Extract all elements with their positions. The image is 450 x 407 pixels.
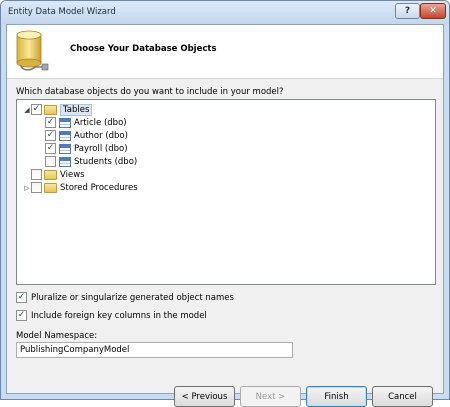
folder-icon [44,104,57,115]
previous-button[interactable]: < Previous [174,386,235,407]
tables-checkbox[interactable]: ✓ [31,104,42,115]
database-icon [16,30,49,71]
tree-node-label: Views [60,169,85,180]
namespace-input[interactable] [16,342,293,358]
table-icon [59,143,71,154]
tree-node-label: Students (dbo) [74,156,138,167]
tree-node-table[interactable]: ✓ Author (dbo) [45,129,128,142]
table-icon [59,117,71,128]
foreign-keys-label: Include foreign key columns in the model [31,310,207,321]
collapse-arrow-icon[interactable]: ◢ [23,106,31,114]
table-checkbox[interactable]: ✓ [45,130,56,141]
table-checkbox[interactable]: ✓ [45,117,56,128]
wizard-client-area: Choose Your Database Objects Which datab… [6,24,444,407]
pluralize-label: Pluralize or singularize generated objec… [31,292,234,303]
page-title: Choose Your Database Objects [70,44,217,54]
table-checkbox[interactable] [45,156,56,167]
table-icon [59,130,71,141]
foreign-keys-option[interactable]: ✓ Include foreign key columns in the mod… [16,310,207,321]
table-icon [59,156,71,167]
pluralize-option[interactable]: ✓ Pluralize or singularize generated obj… [16,292,234,303]
namespace-label: Model Namespace: [16,331,98,341]
finish-button[interactable]: Finish [306,386,367,407]
help-icon: ? [404,5,411,16]
window-title: Entity Data Model Wizard [8,7,116,17]
title-bar[interactable]: Entity Data Model Wizard ? ✕ [1,1,449,24]
tree-node-label: Article (dbo) [74,117,127,128]
wizard-header: Choose Your Database Objects [7,25,443,79]
close-button[interactable]: ✕ [420,3,446,19]
expand-arrow-icon[interactable]: ▷ [23,184,31,192]
views-checkbox[interactable] [31,169,42,180]
folder-icon [44,182,57,193]
tree-node-label: Tables [60,103,93,116]
table-checkbox[interactable]: ✓ [45,143,56,154]
wizard-window: Entity Data Model Wizard ? ✕ Choose Your… [0,0,450,407]
next-button[interactable]: Next > [240,386,301,407]
close-icon: ✕ [429,5,437,16]
tree-node-label: Payroll (dbo) [74,143,128,154]
foreign-keys-checkbox[interactable]: ✓ [16,310,27,321]
tree-node-label: Stored Procedures [60,182,138,193]
database-objects-tree[interactable]: ◢ ✓ Tables ✓ Article (dbo) ✓ Author (dbo… [16,99,436,285]
tree-node-views[interactable]: Views [31,168,85,181]
tree-node-tables[interactable]: ◢ ✓ Tables [23,103,93,116]
folder-icon [44,169,57,180]
stored-procedures-checkbox[interactable] [31,182,42,193]
objects-prompt-label: Which database objects do you want to in… [16,87,284,97]
cancel-button[interactable]: Cancel [372,386,433,407]
tree-node-label: Author (dbo) [74,130,128,141]
pluralize-checkbox[interactable]: ✓ [16,292,27,303]
tree-node-table[interactable]: Students (dbo) [45,155,137,168]
tree-node-stored-procedures[interactable]: ▷ Stored Procedures [23,181,138,194]
tree-node-table[interactable]: ✓ Article (dbo) [45,116,127,129]
wizard-footer: < Previous Next > Finish Cancel [7,370,443,407]
help-button[interactable]: ? [395,3,420,19]
tree-node-table[interactable]: ✓ Payroll (dbo) [45,142,128,155]
